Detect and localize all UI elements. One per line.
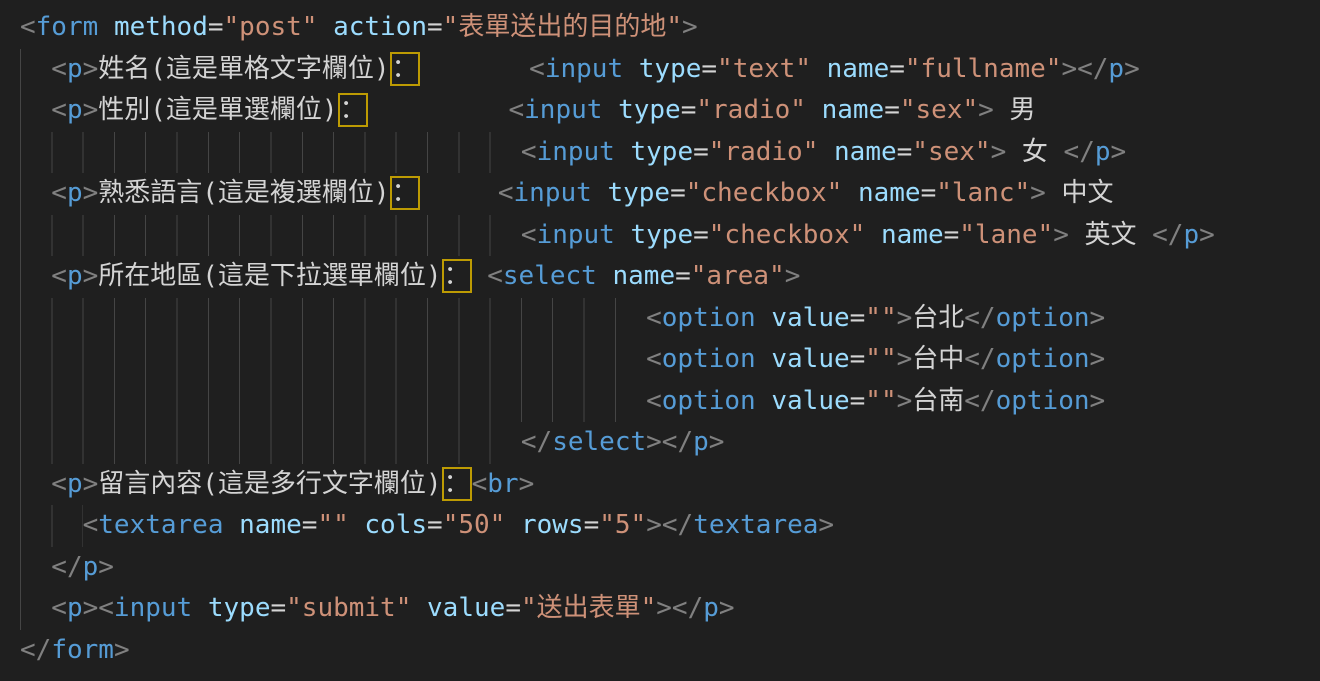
indent-guides (20, 298, 646, 340)
indent-guides (20, 132, 521, 174)
indent-guides (20, 464, 51, 506)
code-line-13[interactable]: <textarea name="" cols="50" rows="5"></t… (20, 505, 1320, 547)
code-line-6[interactable]: <input type="checkbox" name="lane"> 英文 <… (20, 215, 1320, 257)
code-line-3[interactable]: <p>性別(這是單選欄位)： <input type="radio" name=… (20, 90, 1320, 132)
unicode-highlight-box: ： (442, 259, 472, 293)
indent-guides (20, 588, 51, 630)
indent-guides (20, 215, 521, 257)
code-line-16[interactable]: </form> (20, 630, 1320, 672)
code-line-5[interactable]: <p>熟悉語言(這是複選欄位)： <input type="checkbox" … (20, 173, 1320, 215)
code-line-4[interactable]: <input type="radio" name="sex"> 女 </p> (20, 132, 1320, 174)
indent-guides (20, 422, 521, 464)
indent-guides (20, 49, 51, 91)
indent-guides (20, 256, 51, 298)
indent-guides (20, 339, 646, 381)
unicode-highlight-box: ： (338, 93, 368, 127)
code-line-14[interactable]: </p> (20, 547, 1320, 589)
indent-guides (20, 173, 51, 215)
indent-guides (20, 547, 51, 589)
code-line-10[interactable]: <option value="">台南</option> (20, 381, 1320, 423)
code-line-11[interactable]: </select></p> (20, 422, 1320, 464)
indent-guides (20, 381, 646, 423)
unicode-highlight-box: ： (442, 467, 472, 501)
indent-guides (20, 505, 83, 547)
code-editor[interactable]: <form method="post" action="表單送出的目的地"> <… (0, 0, 1320, 681)
code-line-1[interactable]: <form method="post" action="表單送出的目的地"> (20, 7, 1320, 49)
code-line-15[interactable]: <p><input type="submit" value="送出表單"></p… (20, 588, 1320, 630)
indent-guides (20, 90, 51, 132)
unicode-highlight-box: ： (390, 176, 420, 210)
code-line-9[interactable]: <option value="">台中</option> (20, 339, 1320, 381)
code-line-2[interactable]: <p>姓名(這是單格文字欄位)： <input type="text" name… (20, 49, 1320, 91)
code-line-7[interactable]: <p>所在地區(這是下拉選單欄位)： <select name="area"> (20, 256, 1320, 298)
code-line-12[interactable]: <p>留言內容(這是多行文字欄位)：<br> (20, 464, 1320, 506)
unicode-highlight-box: ： (390, 52, 420, 86)
code-line-8[interactable]: <option value="">台北</option> (20, 298, 1320, 340)
